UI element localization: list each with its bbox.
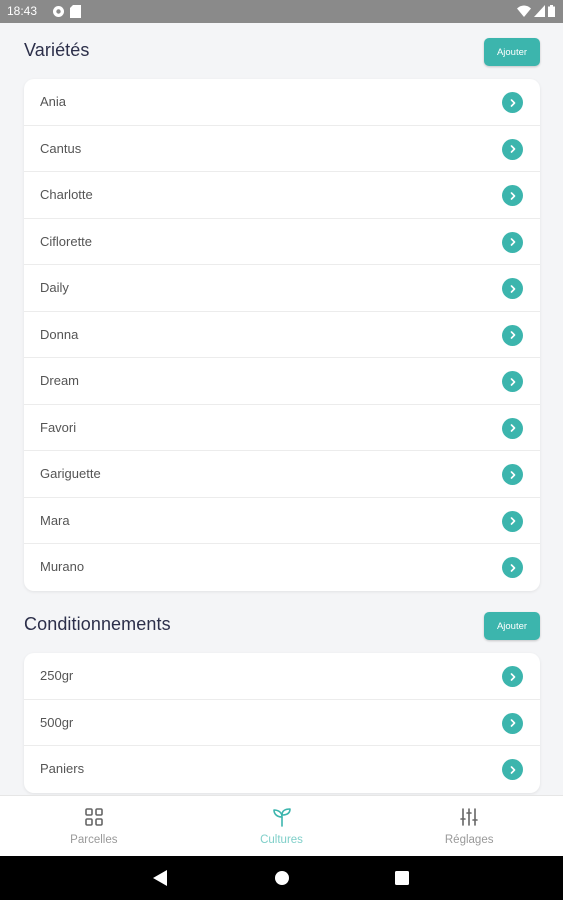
variety-row-label: Ania (40, 94, 67, 109)
app-notification-icon (53, 6, 64, 17)
chevron-right-icon[interactable] (502, 464, 523, 485)
chevron-right-icon[interactable] (502, 759, 523, 780)
variety-row[interactable]: Dream (24, 358, 540, 405)
variety-row-label: Donna (40, 326, 79, 342)
packaging-row-label: 250gr (40, 668, 74, 683)
variety-row-label: Ciflorette (40, 233, 93, 249)
sliders-icon (460, 808, 478, 826)
wifi-icon (517, 5, 531, 17)
variety-row-label: Mara (40, 512, 70, 528)
chevron-right-icon[interactable] (502, 92, 523, 113)
varieties-header: Variétés Ajouter (24, 38, 540, 66)
variety-row[interactable]: Ania (24, 79, 540, 126)
nav-item-cultures[interactable]: Cultures (188, 796, 376, 856)
packaging-header: Conditionnements Ajouter (24, 612, 540, 640)
variety-row-label: Daily (40, 280, 69, 295)
variety-row[interactable]: Donna (24, 312, 540, 358)
variety-row[interactable]: Ciflorette (24, 219, 540, 265)
variety-row[interactable]: Charlotte (24, 172, 540, 219)
varieties-list: Ania Cantus Charlotte Ciflorette Daily Donna D… (24, 79, 540, 591)
packaging-row-label: 500gr (40, 714, 74, 730)
variety-row-label: Murano (40, 559, 85, 574)
sd-card-icon (70, 5, 81, 18)
nav-item-parcelles[interactable]: Parcelles (0, 796, 188, 856)
variety-row-label: Dream (40, 373, 80, 388)
add-packaging-button[interactable]: Ajouter (484, 612, 540, 640)
chevron-right-icon[interactable] (502, 138, 523, 160)
variety-row[interactable]: Favori (24, 405, 540, 451)
variety-row[interactable]: Murano (24, 544, 540, 591)
nav-label-parcelles: Parcelles (70, 834, 118, 846)
chevron-right-icon[interactable] (502, 417, 523, 439)
chevron-right-icon[interactable] (502, 712, 523, 734)
system-navigation-bar (0, 856, 563, 900)
status-time: 18:43 (7, 4, 38, 18)
back-icon[interactable] (153, 870, 168, 886)
battery-icon (548, 5, 555, 17)
chevron-right-icon[interactable] (502, 666, 523, 687)
nav-label-reglages: Réglages (444, 834, 494, 846)
overview-icon[interactable] (394, 870, 410, 886)
main-content[interactable]: Variétés Ajouter Ania Cantus Charlotte Cifl… (0, 23, 563, 795)
variety-row-label: Cantus (40, 140, 82, 156)
variety-row[interactable]: Gariguette (24, 451, 540, 498)
variety-row-label: Gariguette (40, 466, 101, 481)
varieties-title: Variétés (24, 40, 90, 60)
system-status-icons (517, 5, 555, 17)
variety-row[interactable]: Cantus (24, 126, 540, 172)
notification-icons (52, 5, 81, 18)
nav-label-cultures: Cultures (260, 834, 303, 846)
packaging-row[interactable]: 250gr (24, 653, 540, 700)
status-bar: 18:43 (0, 0, 563, 23)
variety-row-label: Favori (40, 419, 77, 435)
chevron-right-icon[interactable] (502, 324, 523, 346)
chevron-right-icon[interactable] (502, 371, 523, 392)
variety-row-label: Charlotte (40, 187, 93, 202)
packaging-row[interactable]: Paniers (24, 746, 540, 793)
nav-item-reglages[interactable]: Réglages (375, 796, 563, 856)
signal-icon (534, 5, 545, 17)
packaging-row[interactable]: 500gr (24, 700, 540, 746)
chevron-right-icon[interactable] (502, 557, 523, 578)
grid-icon (85, 808, 103, 826)
chevron-right-icon[interactable] (502, 185, 523, 206)
add-variety-button[interactable]: Ajouter (484, 38, 540, 66)
home-icon[interactable] (274, 870, 290, 886)
variety-row[interactable]: Daily (24, 265, 540, 312)
packaging-list: 250gr 500gr Paniers (24, 653, 540, 793)
variety-row[interactable]: Mara (24, 498, 540, 544)
chevron-right-icon[interactable] (502, 231, 523, 253)
chevron-right-icon[interactable] (502, 510, 523, 532)
chevron-right-icon[interactable] (502, 278, 523, 299)
packaging-row-label: Paniers (40, 761, 85, 776)
bottom-navigation: Parcelles Cultures Réglages (0, 795, 563, 856)
packaging-title: Conditionnements (24, 614, 171, 634)
sprout-icon (272, 808, 291, 827)
